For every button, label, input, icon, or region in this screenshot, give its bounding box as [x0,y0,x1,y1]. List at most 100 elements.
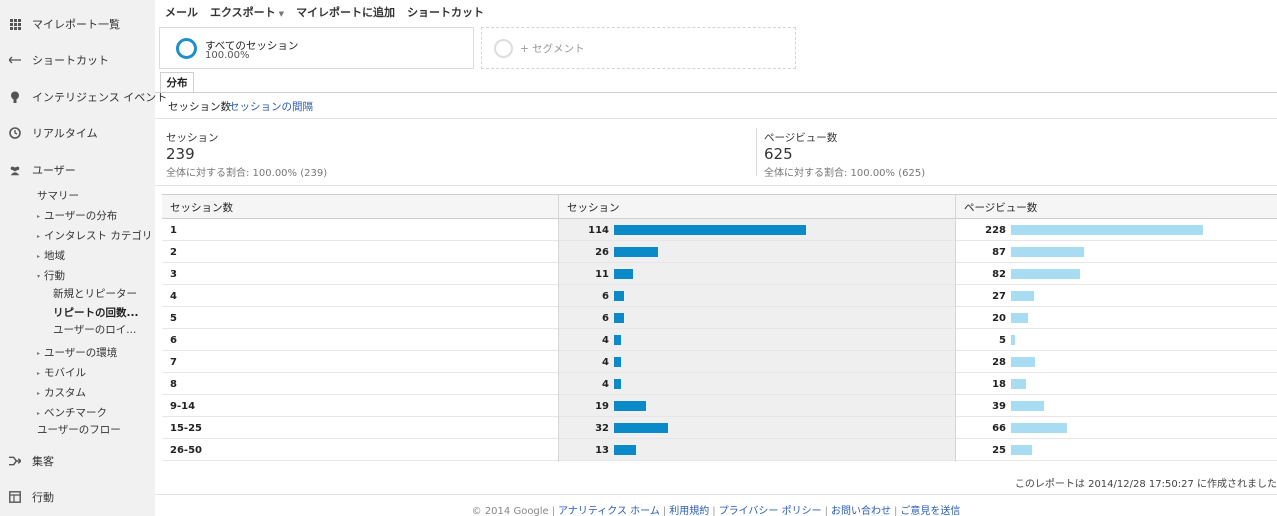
segment-percentage: 100.00% [205,50,250,61]
pageviews-bar [1011,291,1034,301]
sidebar-item-technology[interactable]: ▸ ユーザーの環境 [37,345,117,360]
sidebar-item-summary[interactable]: サマリー [37,188,79,203]
tab-divider [155,92,1277,93]
sessions-bar [614,269,633,279]
sub-label: カスタム [44,387,86,399]
nav-label: ユーザー [32,164,76,177]
metric-sessions-value: 239 [166,145,195,163]
sessions-bar [614,225,806,235]
chevron-right-icon: ▸ [37,233,41,240]
nav-realtime[interactable]: リアルタイム [0,123,155,143]
metric-sessions-label: セッション [166,132,219,144]
footer-link-terms[interactable]: 利用規約 [669,506,709,516]
tab-distribution[interactable]: 分布 [160,72,194,92]
sessions-bar [614,247,658,257]
chevron-right-icon: ▸ [37,253,41,260]
sidebar-item-frequency-recency[interactable]: リピートの回数... [53,305,138,320]
nav-behavior[interactable]: 行動 [0,487,155,507]
pageviews-bar [1011,401,1044,411]
pageviews-value: 18 [992,378,1006,390]
sessions-bar [614,357,621,367]
add-segment-label: + セグメント [520,43,585,55]
nav-audience[interactable]: ユーザー [0,160,155,180]
table-row: 7 4 28 [162,351,1277,373]
subtab-session-count[interactable]: セッション数 [168,99,231,114]
footer-link-contact[interactable]: お問い合わせ [831,506,891,516]
sub-label: インタレスト カテゴリ [44,230,153,242]
column-header-sessions[interactable]: セッション [559,195,956,219]
shortcut-button[interactable]: ショートカット [407,4,484,20]
pageviews-value: 25 [992,444,1006,456]
table-row: 5 6 20 [162,307,1277,329]
pageviews-bar [1011,445,1032,455]
metric-pageviews-share: 全体に対する割合: 100.00% (625) [764,168,926,179]
sessions-value: 4 [602,334,609,346]
sidebar-item-benchmarking[interactable]: ▸ ベンチマーク [37,405,107,420]
chevron-right-icon: ▸ [37,390,41,397]
add-segment-box[interactable]: + セグメント [481,27,796,69]
nav-label: インテリジェンス イベント [32,91,168,104]
sidebar-item-behavior[interactable]: ▾ 行動 [37,268,65,283]
sidebar-item-custom[interactable]: ▸ カスタム [37,385,86,400]
sessions-bar [614,445,636,455]
row-key: 2 [170,246,177,258]
sidebar-item-geo[interactable]: ▸ 地域 [37,248,65,263]
chevron-right-icon: ▸ [37,350,41,357]
users-icon [9,164,21,176]
footer-link-analytics-home[interactable]: アナリティクス ホーム [558,506,660,516]
sessions-value: 114 [588,224,609,236]
divider [155,118,1277,119]
pageviews-bar [1011,357,1035,367]
table-row: 1 114 228 [162,219,1277,241]
pageviews-value: 5 [999,334,1006,346]
sidebar-item-mobile[interactable]: ▸ モバイル [37,365,86,380]
row-key: 5 [170,312,177,324]
column-header-pageviews[interactable]: ページビュー数 [956,195,1277,219]
column-divider [558,195,559,462]
pageviews-value: 87 [992,246,1006,258]
row-key: 9-14 [170,400,196,412]
email-button[interactable]: メール [165,4,198,20]
sidebar-item-interests[interactable]: ▸ インタレスト カテゴリ [37,228,152,243]
nav-acquisition[interactable]: 集客 [0,451,155,471]
pageviews-value: 20 [992,312,1006,324]
segment-all-sessions[interactable]: すべてのセッション 100.00% [159,27,474,69]
sidebar-item-users-flow[interactable]: ユーザーのフロー [37,422,121,437]
nav-shortcuts[interactable]: ショートカット [0,50,155,70]
copyright: © 2014 Google [471,506,549,516]
sub-label: ベンチマーク [44,407,107,419]
sub-label: モバイル [44,367,86,379]
sidebar-item-demographics[interactable]: ▸ ユーザーの分布 [37,208,117,223]
grid-icon [9,18,21,30]
sub-label: 新規とリピーター [53,288,137,300]
analytics-app: { "sidebar": { "top_items": [ {"label": … [0,0,1277,516]
footer-link-feedback[interactable]: ご意見を送信 [900,506,960,516]
sessions-value: 13 [595,444,609,456]
pageviews-value: 228 [985,224,1006,236]
metric-divider [756,128,757,176]
nav-my-reports[interactable]: マイレポート一覧 [0,14,155,34]
pageviews-value: 27 [992,290,1006,302]
subtab-days-since-last-session[interactable]: セッションの間隔 [229,99,313,114]
nav-label: 行動 [32,491,54,504]
footer-link-privacy[interactable]: プライバシー ポリシー [719,506,822,516]
sessions-bar [614,313,624,323]
row-key: 3 [170,268,177,280]
nav-label: 集客 [32,455,54,468]
sidebar-item-engagement[interactable]: ユーザーのロイ... [53,322,136,337]
bulb-icon [9,91,21,103]
table-row: 3 11 82 [162,263,1277,285]
add-to-dashboard-button[interactable]: マイレポートに追加 [296,4,395,20]
distribution-table: セッション数 セッション ページビュー数 1 114 228 2 26 87 3 11 82 4 6… [162,194,1277,462]
table-row: 2 26 87 [162,241,1277,263]
column-header-session-count[interactable]: セッション数 [162,195,559,219]
export-button[interactable]: エクスポート ▼ [210,4,284,20]
sidebar-item-new-vs-returning[interactable]: 新規とリピーター [53,286,137,301]
sessions-value: 11 [595,268,609,280]
nav-intelligence-events[interactable]: インテリジェンス イベント [0,87,167,107]
sessions-value: 32 [595,422,609,434]
arrow-left-icon [9,54,21,66]
pageviews-value: 66 [992,422,1006,434]
sessions-bar [614,401,646,411]
report-toolbar: メール エクスポート ▼ マイレポートに追加 ショートカット [155,0,1277,24]
